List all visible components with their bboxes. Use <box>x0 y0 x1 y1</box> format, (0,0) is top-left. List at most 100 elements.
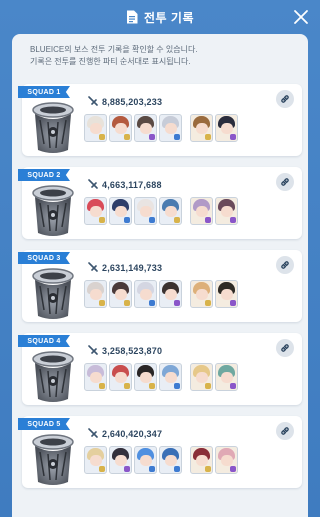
student-unit[interactable] <box>159 197 182 225</box>
description: BLUEICE의 보스 전투 기록을 확인할 수 있습니다. 기록은 전투를 진… <box>30 44 300 68</box>
unit-portrait-face <box>165 372 177 383</box>
unit-portrait-face <box>221 455 233 466</box>
student-unit[interactable] <box>84 197 107 225</box>
student-unit[interactable] <box>134 197 157 225</box>
unit-portrait-face <box>196 455 208 466</box>
student-unit[interactable] <box>159 280 182 308</box>
score-row: 4,663,117,688 <box>88 176 162 194</box>
unit-portrait-face <box>221 372 233 383</box>
student-unit[interactable] <box>190 114 213 142</box>
unit-type-badge-icon <box>99 383 105 389</box>
unit-portrait-face <box>165 289 177 300</box>
unit-type-badge-icon <box>124 383 130 389</box>
unit-type-badge-icon <box>99 300 105 306</box>
unit-type-badge-icon <box>124 134 130 140</box>
damage-sword-icon <box>88 259 98 277</box>
unit-portrait-face <box>90 289 102 300</box>
support-separator <box>184 114 188 142</box>
student-unit[interactable] <box>215 197 238 225</box>
boss-portrait <box>26 181 80 237</box>
link-icon <box>281 178 289 186</box>
close-button[interactable] <box>292 8 310 26</box>
unit-type-badge-icon <box>205 383 211 389</box>
unit-list <box>84 363 238 391</box>
document-icon <box>126 10 138 24</box>
unit-portrait-face <box>196 289 208 300</box>
student-unit[interactable] <box>159 446 182 474</box>
unit-type-badge-icon <box>99 217 105 223</box>
unit-type-badge-icon <box>174 300 180 306</box>
unit-type-badge-icon <box>230 466 236 472</box>
unit-type-badge-icon <box>205 466 211 472</box>
unit-portrait-face <box>196 123 208 134</box>
squad-label: SQUAD 5 <box>18 418 70 430</box>
share-link-button[interactable] <box>276 339 294 357</box>
description-line-2: 기록은 전투를 진행한 파티 순서대로 표시됩니다. <box>30 57 191 66</box>
unit-portrait-face <box>90 455 102 466</box>
student-unit[interactable] <box>159 363 182 391</box>
unit-type-badge-icon <box>99 466 105 472</box>
unit-list <box>84 197 238 225</box>
student-unit[interactable] <box>190 363 213 391</box>
share-link-button[interactable] <box>276 422 294 440</box>
student-unit[interactable] <box>84 280 107 308</box>
title-group: 전투 기록 <box>126 9 194 26</box>
student-unit[interactable] <box>134 114 157 142</box>
squad-label: SQUAD 2 <box>18 169 70 181</box>
student-unit[interactable] <box>109 197 132 225</box>
share-link-button[interactable] <box>276 256 294 274</box>
student-unit[interactable] <box>134 363 157 391</box>
student-unit[interactable] <box>134 446 157 474</box>
student-unit[interactable] <box>190 446 213 474</box>
unit-type-badge-icon <box>149 383 155 389</box>
unit-portrait-face <box>196 206 208 217</box>
unit-type-badge-icon <box>205 300 211 306</box>
student-unit[interactable] <box>215 280 238 308</box>
damage-score: 3,258,523,870 <box>102 346 163 356</box>
student-unit[interactable] <box>109 446 132 474</box>
squad-card-3: SQUAD 3 2,631,149,733 <box>18 250 302 322</box>
page-title: 전투 기록 <box>144 10 194 25</box>
unit-type-badge-icon <box>149 466 155 472</box>
unit-portrait-face <box>115 206 127 217</box>
squad-card-4: SQUAD 4 3,258,523,870 <box>18 333 302 405</box>
unit-type-badge-icon <box>124 217 130 223</box>
support-separator <box>184 446 188 474</box>
student-unit[interactable] <box>134 280 157 308</box>
unit-type-badge-icon <box>149 134 155 140</box>
student-unit[interactable] <box>159 114 182 142</box>
student-unit[interactable] <box>109 114 132 142</box>
unit-portrait-face <box>140 372 152 383</box>
student-unit[interactable] <box>84 446 107 474</box>
share-link-button[interactable] <box>276 90 294 108</box>
share-link-button[interactable] <box>276 173 294 191</box>
damage-score: 2,640,420,347 <box>102 429 163 439</box>
student-unit[interactable] <box>190 197 213 225</box>
unit-portrait-face <box>140 206 152 217</box>
unit-type-badge-icon <box>174 466 180 472</box>
score-row: 2,640,420,347 <box>88 425 162 443</box>
unit-portrait-face <box>90 206 102 217</box>
unit-portrait-face <box>221 206 233 217</box>
student-unit[interactable] <box>84 363 107 391</box>
unit-type-badge-icon <box>230 383 236 389</box>
unit-portrait-face <box>115 123 127 134</box>
unit-type-badge-icon <box>174 134 180 140</box>
student-unit[interactable] <box>109 280 132 308</box>
unit-portrait-face <box>165 123 177 134</box>
student-unit[interactable] <box>215 446 238 474</box>
unit-portrait-face <box>221 123 233 134</box>
student-unit[interactable] <box>109 363 132 391</box>
unit-type-badge-icon <box>230 217 236 223</box>
link-icon <box>281 344 289 352</box>
student-unit[interactable] <box>215 114 238 142</box>
damage-sword-icon <box>88 425 98 443</box>
student-unit[interactable] <box>190 280 213 308</box>
damage-sword-icon <box>88 176 98 194</box>
student-unit[interactable] <box>215 363 238 391</box>
student-unit[interactable] <box>84 114 107 142</box>
unit-type-badge-icon <box>99 134 105 140</box>
unit-portrait-face <box>140 289 152 300</box>
damage-score: 4,663,117,688 <box>102 180 162 190</box>
unit-portrait-face <box>165 455 177 466</box>
